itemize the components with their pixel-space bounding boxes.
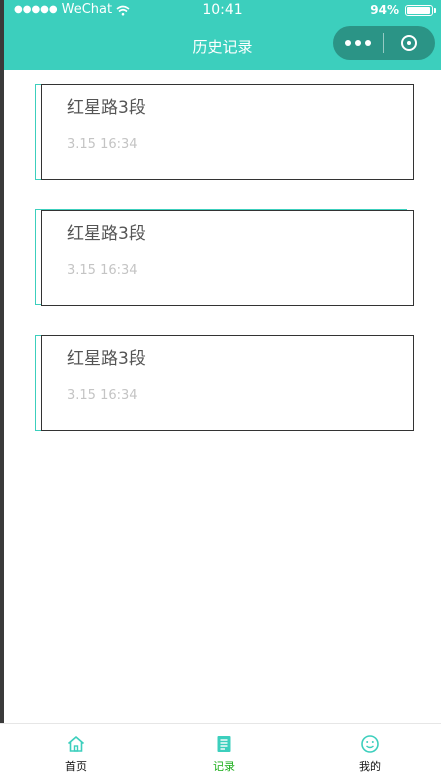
close-button[interactable] <box>384 35 434 51</box>
status-bar: ●●●●● WeChat 10:41 94% <box>4 0 441 20</box>
window-left-edge <box>0 0 4 778</box>
mini-program-capsule <box>333 26 435 60</box>
record-card[interactable]: 红星路3段 3.15 16:34 <box>41 84 414 180</box>
record-place: 红星路3段 <box>67 349 146 369</box>
record-card[interactable]: 红星路3段 3.15 16:34 <box>41 210 414 306</box>
more-button[interactable] <box>333 40 383 46</box>
more-dots-icon <box>345 40 351 46</box>
record-time: 3.15 16:34 <box>67 137 138 152</box>
smiley-icon <box>361 735 379 753</box>
close-ring-icon <box>401 35 417 51</box>
record-place: 红星路3段 <box>67 98 146 118</box>
tab-profile[interactable]: 我的 <box>330 734 410 774</box>
home-icon <box>67 736 85 752</box>
tab-home-label: 首页 <box>65 760 87 773</box>
record-place: 红星路3段 <box>67 224 146 244</box>
battery-icon <box>405 4 436 16</box>
record-card[interactable]: 红星路3段 3.15 16:34 <box>41 335 414 431</box>
tab-records-label: 记录 <box>213 760 235 773</box>
tab-profile-label: 我的 <box>359 760 381 773</box>
record-time: 3.15 16:34 <box>67 388 138 403</box>
tab-bar: 首页 记录 我的 <box>0 723 441 778</box>
tab-records[interactable]: 记录 <box>184 734 264 774</box>
record-time: 3.15 16:34 <box>67 263 138 278</box>
document-icon <box>217 736 231 752</box>
status-right: 94% <box>370 0 436 20</box>
battery-percent: 94% <box>370 3 399 17</box>
top-bar: ●●●●● WeChat 10:41 94% 历史记录 <box>4 0 441 70</box>
tab-home[interactable]: 首页 <box>36 734 116 774</box>
